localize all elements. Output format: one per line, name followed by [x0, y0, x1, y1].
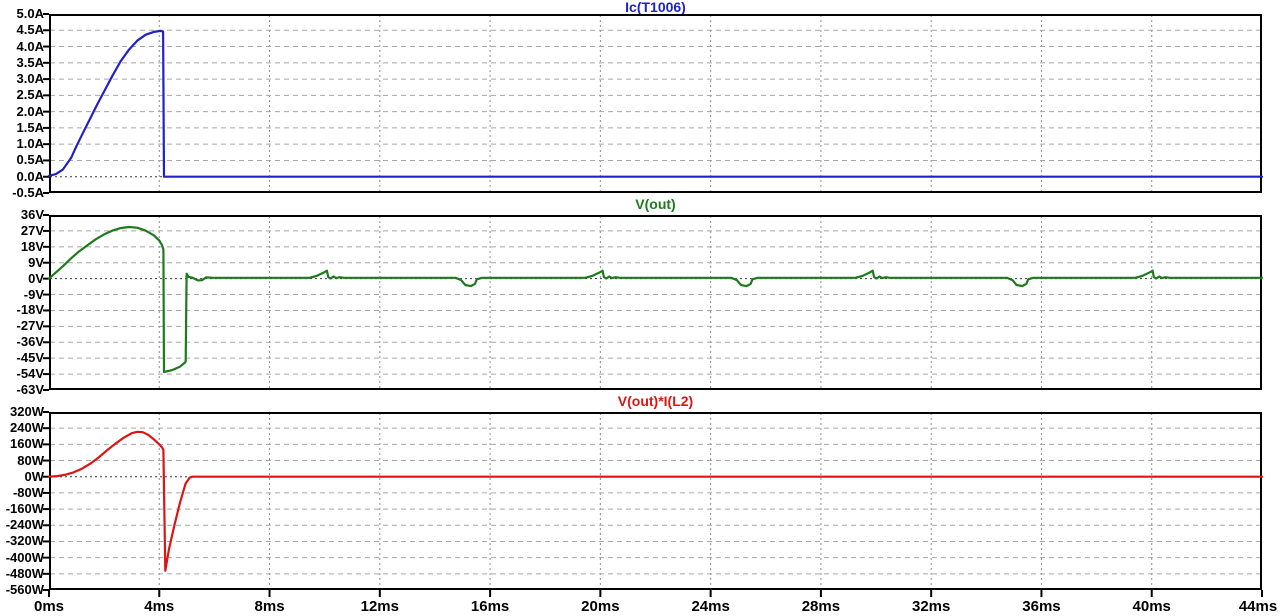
v-out-i-l2--plot[interactable]: [0, 411, 1280, 591]
time-axis-ticks: [0, 590, 1280, 598]
x-tick-label: 8ms: [255, 598, 285, 615]
trace-v-out-i-l2-: [49, 432, 1262, 571]
pane-title-vout: V(out): [49, 197, 1262, 211]
pane-title-ic: Ic(T1006): [49, 0, 1262, 14]
x-tick-label: 20ms: [581, 598, 619, 615]
ic-t1006--plot[interactable]: [0, 13, 1280, 194]
waveform-viewer: Ic(T1006) 5.0A4.5A4.0A3.5A3.0A2.5A2.0A1.…: [0, 0, 1280, 616]
x-tick-label: 0ms: [34, 598, 64, 615]
pane-title-power: V(out)*I(L2): [49, 394, 1262, 408]
v-out--plot[interactable]: [0, 214, 1280, 391]
x-tick-label: 24ms: [691, 598, 729, 615]
x-tick-label: 36ms: [1022, 598, 1060, 615]
x-tick-label: 28ms: [802, 598, 840, 615]
x-tick-label: 12ms: [361, 598, 399, 615]
x-tick-label: 16ms: [471, 598, 509, 615]
trace-ic-t1006-: [49, 31, 1262, 177]
x-tick-label: 40ms: [1133, 598, 1171, 615]
x-tick-label: 44ms: [1239, 598, 1277, 615]
x-tick-label: 32ms: [912, 598, 950, 615]
x-tick-label: 4ms: [144, 598, 174, 615]
trace-v-out-: [49, 227, 1262, 372]
